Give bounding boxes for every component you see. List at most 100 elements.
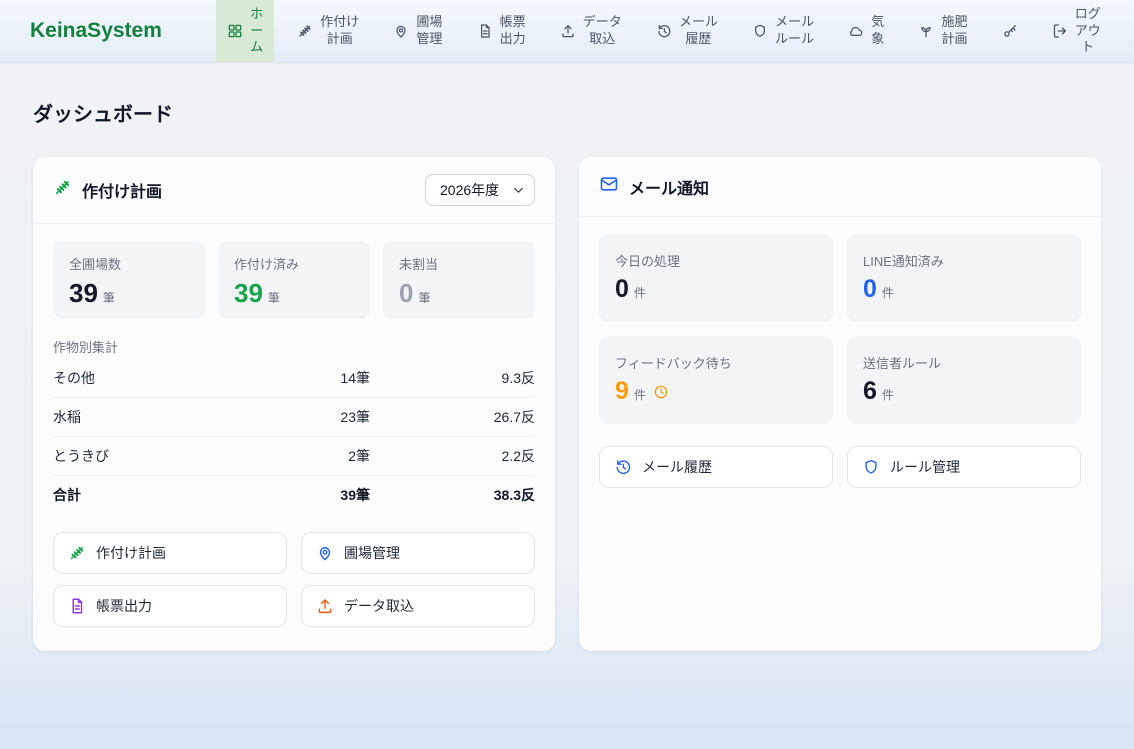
mail-quick-buttons: メール履歴 ルール管理	[599, 446, 1081, 488]
crop-row: その他14筆9.3反	[53, 359, 535, 398]
document-icon	[477, 23, 493, 39]
mail-icon	[599, 174, 619, 194]
shield-icon	[752, 23, 768, 39]
button-label: 作付け計画	[96, 543, 166, 563]
nav-item-label: 帳票出力	[500, 14, 526, 48]
button-label: ルール管理	[890, 457, 960, 477]
map-pin-icon	[393, 23, 409, 39]
crop-name: 合計	[53, 485, 205, 505]
stat-value: 0	[863, 277, 877, 302]
button-label: 圃場管理	[344, 543, 400, 563]
stat-label: 全圃場数	[69, 254, 189, 273]
planting-plan-card: 作付け計画 2026年度 全圃場数39筆作付け済み39筆未割当0筆 作物別集計 …	[33, 157, 555, 651]
planting-card-header: 作付け計画 2026年度	[33, 157, 555, 224]
stat-label: 作付け済み	[234, 254, 354, 273]
crop-count: 14筆	[205, 368, 370, 388]
nav-item-fertilization-plan[interactable]: 施肥計画	[907, 0, 978, 62]
nav-item-label: 施肥計画	[941, 14, 967, 48]
clock-icon	[653, 384, 669, 400]
main-nav: ホーム 作付け計画 圃場管理 帳票出力 データ取込 メール履歴 メールルール 気象 施肥計画 ログ…	[204, 0, 1134, 62]
crop-count: 39筆	[205, 485, 370, 505]
stat-box: 作付け済み 39 筆	[218, 241, 370, 319]
mail-notification-card: メール通知 今日の処理0件LINE通知済み0件フィードバック待ち9件送信者ルール…	[579, 157, 1101, 651]
planting-card-title: 作付け計画	[53, 178, 162, 202]
crop-count: 23筆	[205, 407, 370, 427]
crop-row-total: 合計39筆38.3反	[53, 476, 535, 514]
data-import-button[interactable]: データ取込	[301, 585, 535, 627]
dashboard-page: ダッシュボード 作付け計画 2026年度 全圃場数39筆作付け済み39筆未割当0…	[0, 62, 1134, 651]
cards-container: 作付け計画 2026年度 全圃場数39筆作付け済み39筆未割当0筆 作物別集計 …	[33, 157, 1101, 651]
nav-item-label: 気象	[871, 14, 884, 48]
button-label: データ取込	[344, 596, 414, 616]
nav-item-home[interactable]: ホーム	[216, 0, 274, 62]
mail-history-button[interactable]: メール履歴	[599, 446, 833, 488]
wheat-icon	[68, 544, 86, 562]
nav-item-report-output[interactable]: 帳票出力	[466, 0, 537, 62]
crop-name: その他	[53, 368, 205, 388]
stat-unit: 筆	[268, 289, 280, 306]
stat-label: 未割当	[399, 254, 519, 273]
planting-quick-buttons: 作付け計画 圃場管理帳票出力 データ取込	[53, 532, 535, 627]
nav-item-label: メール履歴	[679, 14, 718, 48]
upload-icon	[560, 23, 576, 39]
nav-item-mail-rules[interactable]: メールルール	[741, 0, 825, 62]
stat-value: 0	[399, 280, 413, 306]
stat-label: 送信者ルール	[863, 353, 1065, 372]
crop-area: 9.3反	[370, 368, 535, 388]
nav-item-label: ログアウト	[1075, 6, 1101, 57]
field-management-button[interactable]: 圃場管理	[301, 532, 535, 574]
stat-unit: 件	[882, 386, 894, 403]
stat-value: 39	[69, 280, 98, 306]
page-title: ダッシュボード	[33, 98, 1101, 127]
stat-unit: 件	[634, 284, 646, 301]
crop-table: その他14筆9.3反水稲23筆26.7反とうきび2筆2.2反合計39筆38.3反	[53, 359, 535, 514]
sprout-icon	[918, 23, 934, 39]
crop-name: 水稲	[53, 407, 205, 427]
mail-card-header: メール通知	[579, 157, 1101, 217]
nav-item-data-import[interactable]: データ取込	[549, 0, 633, 62]
mail-card-body: 今日の処理0件LINE通知済み0件フィードバック待ち9件送信者ルール6件 メール…	[579, 217, 1101, 512]
stat-unit: 筆	[418, 289, 430, 306]
app-header: KeinaSystem ホーム 作付け計画 圃場管理 帳票出力 データ取込 メール履歴 メー…	[0, 0, 1134, 62]
nav-item-label: メールルール	[775, 14, 814, 48]
logout-icon	[1052, 23, 1068, 39]
rule-management-button[interactable]: ルール管理	[847, 446, 1081, 488]
planting-plan-button[interactable]: 作付け計画	[53, 532, 287, 574]
cloud-icon	[848, 23, 864, 39]
nav-item-label: 作付け計画	[320, 14, 359, 48]
stat-unit: 件	[634, 386, 646, 403]
history-icon	[656, 23, 672, 39]
stat-box: フィードバック待ち9件	[599, 336, 833, 424]
year-select-wrap: 2026年度	[425, 174, 535, 206]
map-pin-icon	[316, 544, 334, 562]
crop-area: 2.2反	[370, 446, 535, 466]
document-icon	[68, 597, 86, 615]
grid-icon	[227, 23, 243, 39]
stat-box: 未割当 0筆	[383, 241, 535, 319]
nav-item-weather[interactable]: 気象	[837, 0, 895, 62]
year-select[interactable]: 2026年度	[425, 174, 535, 206]
nav-item-label: データ取込	[583, 14, 622, 48]
upload-icon	[316, 597, 334, 615]
nav-item-field-management[interactable]: 圃場管理	[382, 0, 453, 62]
nav-item-logout[interactable]: ログアウト	[1041, 0, 1112, 62]
nav-item-mail-history[interactable]: メール履歴	[645, 0, 729, 62]
mail-card-title: メール通知	[599, 174, 709, 199]
app-logo[interactable]: KeinaSystem	[0, 0, 204, 62]
stat-box: 全圃場数39筆	[53, 241, 205, 319]
stat-value: 39	[234, 280, 263, 306]
report-output-button[interactable]: 帳票出力	[53, 585, 287, 627]
key-icon	[1002, 23, 1018, 39]
stat-label: フィードバック待ち	[615, 353, 817, 372]
stat-value: 0	[615, 277, 629, 302]
stat-label: 今日の処理	[615, 251, 817, 270]
crop-area: 38.3反	[370, 485, 535, 505]
wheat-icon	[53, 178, 72, 197]
nav-item-password[interactable]	[991, 0, 1029, 62]
nav-item-label: ホーム	[250, 6, 263, 57]
crop-count: 2筆	[205, 446, 370, 466]
button-label: 帳票出力	[96, 596, 152, 616]
nav-item-label: 圃場管理	[416, 14, 442, 48]
crop-row: とうきび2筆2.2反	[53, 437, 535, 476]
nav-item-planting-plan[interactable]: 作付け計画	[286, 0, 370, 62]
